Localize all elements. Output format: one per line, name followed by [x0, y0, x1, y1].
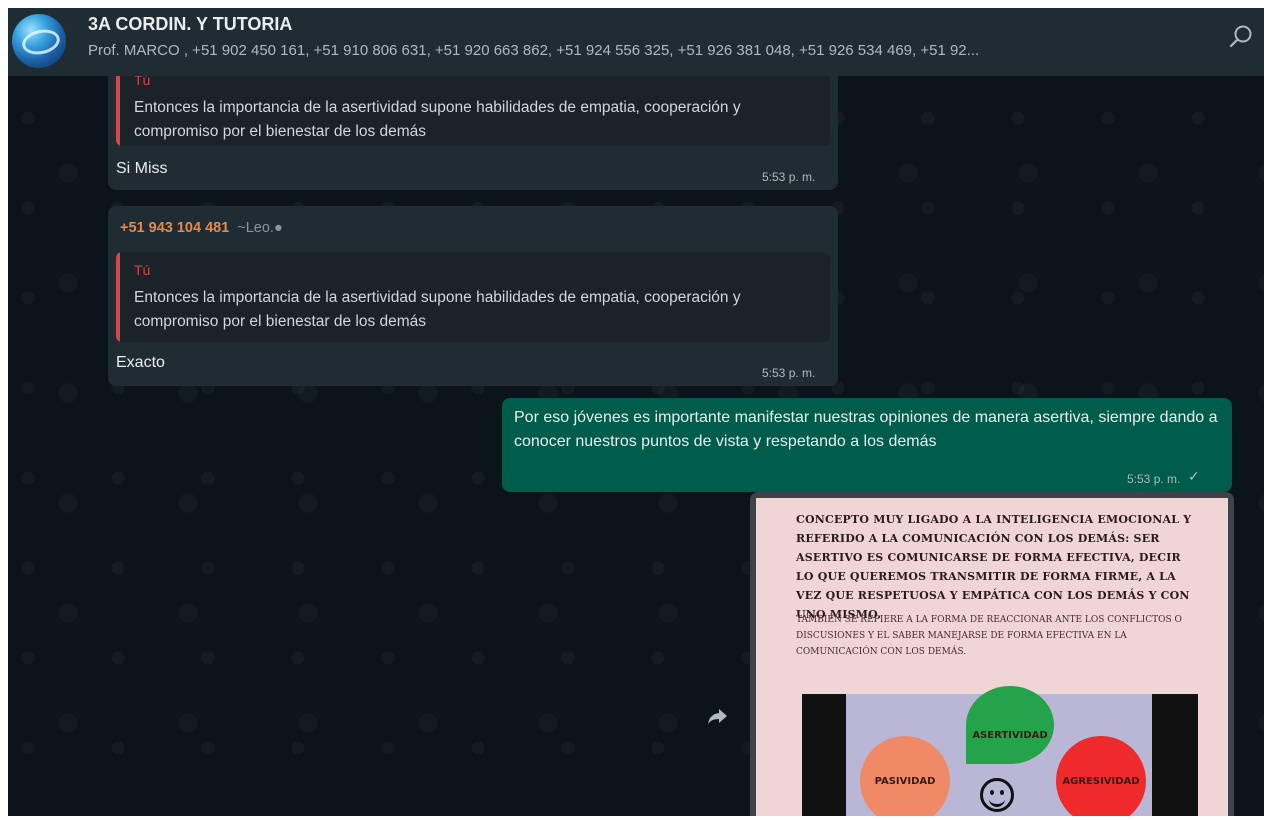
pasividad-label: PASIVIDAD [874, 775, 936, 787]
poster-paragraph-1: Concepto muy ligado a la inteligencia em… [796, 513, 1192, 621]
message-text: Por eso jóvenes es importante manifestar… [514, 409, 1218, 450]
single-check-icon: ✓ [1188, 468, 1200, 484]
sender-name: ~Leo.● [237, 220, 283, 236]
chat-header[interactable]: 3A CORDIN. Y TUTORIA Prof. MARCO , +51 9… [8, 8, 1264, 76]
poster-image: Concepto muy ligado a la inteligencia em… [756, 498, 1228, 816]
smiley-icon [980, 778, 1014, 812]
sender-number[interactable]: +51 943 104 481 [120, 220, 229, 236]
quote-author: Tú [134, 262, 151, 278]
pasividad-circle: PASIVIDAD [860, 736, 950, 816]
agresividad-label: AGRESIVIDAD [1062, 775, 1140, 787]
quoted-message[interactable]: Tú Entonces la importancia de la asertiv… [116, 66, 830, 146]
message-time: 5:53 p. m. [762, 366, 816, 380]
message-bubble-incoming[interactable]: +51 943 104 481 ~Leo.● Tú Entonces la imp… [108, 206, 838, 386]
message-text: Si Miss [116, 160, 168, 177]
message-time: 5:53 p. m. [1127, 472, 1181, 486]
asertividad-label: ASERTIVIDAD [972, 729, 1048, 741]
forward-icon[interactable] [706, 704, 730, 728]
message-bubble-outgoing[interactable]: Por eso jóvenes es importante manifestar… [502, 398, 1232, 492]
message-text: Exacto [116, 354, 165, 371]
group-participants[interactable]: Prof. MARCO , +51 902 450 161, +51 910 8… [88, 42, 1188, 59]
poster-paragraph-2: También se refiere a la forma de reaccio… [796, 615, 1182, 657]
assertiveness-diagram: ASERTIVIDAD PASIVIDAD AGRESIVIDAD [802, 686, 1198, 816]
quoted-message[interactable]: Tú Entonces la importancia de la asertiv… [116, 252, 830, 342]
image-message[interactable]: Concepto muy ligado a la inteligencia em… [750, 492, 1234, 816]
message-bubble-incoming[interactable]: Tú Entonces la importancia de la asertiv… [108, 58, 838, 190]
message-time: 5:53 p. m. [762, 170, 816, 184]
search-icon[interactable] [1226, 22, 1256, 52]
quote-text: Entonces la importancia de la asertivida… [134, 289, 741, 330]
agresividad-circle: AGRESIVIDAD [1056, 736, 1146, 816]
chat-window: 3A CORDIN. Y TUTORIA Prof. MARCO , +51 9… [8, 8, 1264, 816]
quote-text: Entonces la importancia de la asertivida… [134, 99, 741, 140]
group-title[interactable]: 3A CORDIN. Y TUTORIA [88, 14, 292, 35]
group-avatar[interactable] [12, 14, 66, 68]
asertividad-circle: ASERTIVIDAD [966, 686, 1054, 764]
sender-info[interactable]: +51 943 104 481 ~Leo.● [120, 220, 283, 236]
